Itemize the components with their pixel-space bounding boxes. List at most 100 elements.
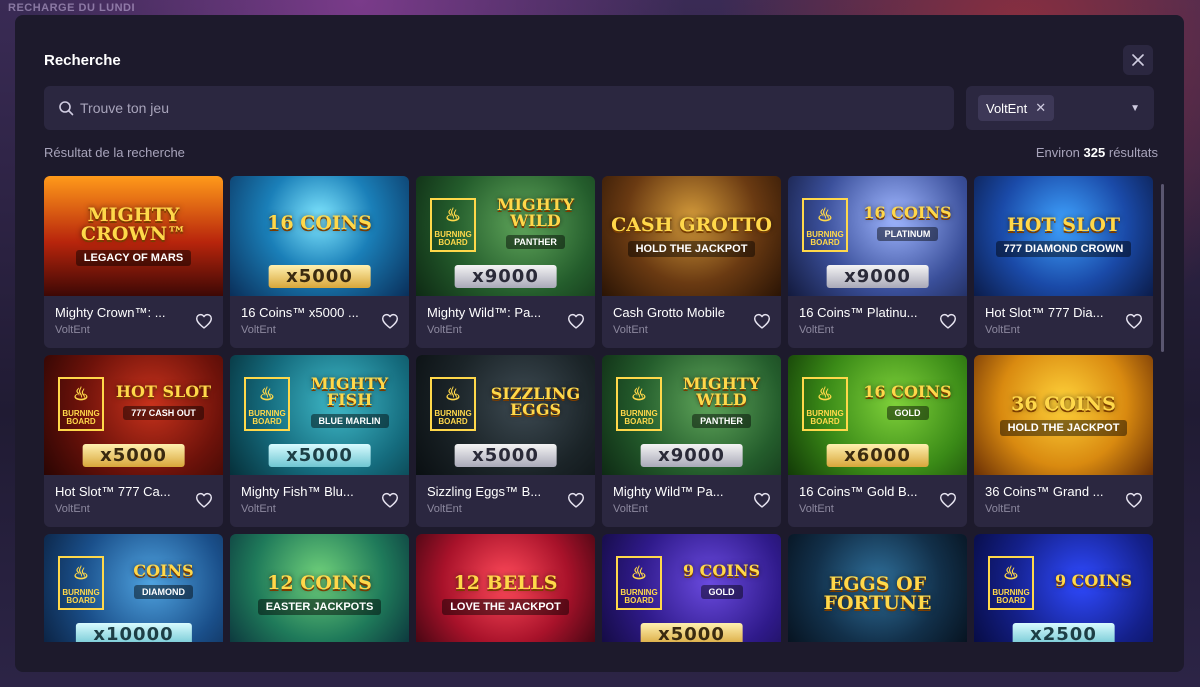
game-card[interactable]: EGGS OF FORTUNE bbox=[788, 534, 967, 642]
game-card[interactable]: ♨ BURNING BOARD MIGHTY FISH BLUE MARLIN x500… bbox=[230, 355, 409, 527]
game-thumbnail[interactable]: ♨ BURNING BOARD HOT SLOT 777 CASH OUT x5000 bbox=[44, 355, 223, 475]
game-title[interactable]: Hot Slot™ 777 Ca... bbox=[55, 484, 185, 499]
game-card[interactable]: ♨ BURNING BOARD SIZZLING EGGS x5000 Sizzling… bbox=[416, 355, 595, 527]
burning-board-logo: ♨ BURNING BOARD bbox=[616, 377, 662, 431]
game-title[interactable]: Mighty Wild™: Pa... bbox=[427, 305, 557, 320]
game-thumbnail[interactable]: ♨ BURNING BOARD MIGHTY WILD PANTHER x9000 bbox=[602, 355, 781, 475]
game-art-title: EGGS OF FORTUNE bbox=[823, 573, 932, 614]
favorite-button[interactable] bbox=[193, 489, 215, 511]
favorite-button[interactable] bbox=[751, 310, 773, 332]
game-thumbnail[interactable]: ♨ BURNING BOARD COINS DIAMOND x10000 bbox=[44, 534, 223, 642]
favorite-button[interactable] bbox=[379, 310, 401, 332]
game-title[interactable]: Hot Slot™ 777 Dia... bbox=[985, 305, 1115, 320]
game-thumbnail[interactable]: 12 COINS EASTER JACKPOTS bbox=[230, 534, 409, 642]
favorite-button[interactable] bbox=[751, 489, 773, 511]
heart-outline-icon bbox=[940, 313, 956, 329]
game-info: Mighty Wild™: Pa... VoltEnt bbox=[416, 296, 595, 348]
game-title[interactable]: 16 Coins™ Gold B... bbox=[799, 484, 929, 499]
game-card[interactable]: 12 BELLS LOVE THE JACKPOT bbox=[416, 534, 595, 642]
game-art-subtitle: 777 DIAMOND CROWN bbox=[995, 240, 1132, 257]
game-thumbnail[interactable]: CASH GROTTO HOLD THE JACKPOT bbox=[602, 176, 781, 296]
game-title[interactable]: Mighty Crown™: ... bbox=[55, 305, 185, 320]
burning-board-logo: ♨ BURNING BOARD bbox=[430, 377, 476, 431]
game-info: Hot Slot™ 777 Dia... VoltEnt bbox=[974, 296, 1153, 348]
game-card[interactable]: MIGHTY CROWN™ LEGACY OF MARS Mighty Crown™… bbox=[44, 176, 223, 348]
game-title[interactable]: 16 Coins™ Platinu... bbox=[799, 305, 929, 320]
favorite-button[interactable] bbox=[565, 310, 587, 332]
game-card[interactable]: ♨ BURNING BOARD 16 COINS GOLD x6000 16 Coins™… bbox=[788, 355, 967, 527]
game-art-title: MIGHTY FISH bbox=[310, 374, 389, 409]
heart-outline-icon bbox=[568, 313, 584, 329]
game-thumbnail[interactable]: ♨ BURNING BOARD 9 COINS GOLD x5000 bbox=[602, 534, 781, 642]
game-card[interactable]: 16 COINS x5000 16 Coins™ x5000 ... VoltEnt bbox=[230, 176, 409, 348]
favorite-button[interactable] bbox=[937, 489, 959, 511]
game-provider: VoltEnt bbox=[55, 324, 90, 336]
favorite-button[interactable] bbox=[937, 310, 959, 332]
caret-down-icon[interactable]: ▼ bbox=[1130, 103, 1140, 114]
game-art-subtitle: PLATINUM bbox=[876, 227, 939, 241]
flame-icon: ♨ bbox=[258, 384, 276, 404]
game-title[interactable]: Sizzling Eggs™ B... bbox=[427, 484, 557, 499]
heart-outline-icon bbox=[381, 313, 398, 329]
scrollbar[interactable] bbox=[1161, 184, 1164, 352]
game-thumbnail[interactable]: EGGS OF FORTUNE bbox=[788, 534, 967, 642]
game-art-title: 12 BELLS bbox=[453, 571, 558, 594]
game-info: 16 Coins™ Gold B... VoltEnt bbox=[788, 475, 967, 527]
heart-outline-icon bbox=[1126, 313, 1142, 329]
game-thumbnail[interactable]: ♨ BURNING BOARD 16 COINS PLATINUM x9000 bbox=[788, 176, 967, 296]
game-thumbnail[interactable]: HOT SLOT 777 DIAMOND CROWN bbox=[974, 176, 1153, 296]
game-card[interactable]: ♨ BURNING BOARD COINS DIAMOND x10000 bbox=[44, 534, 223, 642]
game-title[interactable]: 36 Coins™ Grand ... bbox=[985, 484, 1115, 499]
game-card[interactable]: ♨ BURNING BOARD MIGHTY WILD PANTHER x9000 Mig… bbox=[416, 176, 595, 348]
game-thumbnail[interactable]: ♨ BURNING BOARD MIGHTY FISH BLUE MARLIN x500… bbox=[230, 355, 409, 475]
game-thumbnail[interactable]: ♨ BURNING BOARD MIGHTY WILD PANTHER x9000 bbox=[416, 176, 595, 296]
game-card[interactable]: ♨ BURNING BOARD 9 COINS x2500 bbox=[974, 534, 1153, 642]
game-provider: VoltEnt bbox=[241, 324, 276, 336]
game-art-subtitle: HOLD THE JACKPOT bbox=[627, 240, 756, 257]
game-card[interactable]: 36 COINS HOLD THE JACKPOT 36 Coins™ Grand … bbox=[974, 355, 1153, 527]
game-art-subtitle: LOVE THE JACKPOT bbox=[442, 598, 569, 615]
flame-icon: ♨ bbox=[72, 384, 90, 404]
game-thumbnail[interactable]: ♨ BURNING BOARD SIZZLING EGGS x5000 bbox=[416, 355, 595, 475]
game-info: Hot Slot™ 777 Ca... VoltEnt bbox=[44, 475, 223, 527]
flame-icon: ♨ bbox=[72, 563, 90, 583]
game-card[interactable]: ♨ BURNING BOARD MIGHTY WILD PANTHER x9000 Mig… bbox=[602, 355, 781, 527]
game-info: Cash Grotto Mobile VoltEnt bbox=[602, 296, 781, 348]
burning-board-logo: ♨ BURNING BOARD bbox=[802, 377, 848, 431]
game-card[interactable]: ♨ BURNING BOARD 16 COINS PLATINUM x9000 16 Co… bbox=[788, 176, 967, 348]
modal-title: Recherche bbox=[44, 52, 121, 69]
game-title[interactable]: Mighty Fish™ Blu... bbox=[241, 484, 371, 499]
game-provider: VoltEnt bbox=[613, 503, 648, 515]
game-title[interactable]: 16 Coins™ x5000 ... bbox=[241, 305, 371, 320]
game-title[interactable]: Mighty Wild™ Pa... bbox=[613, 484, 743, 499]
game-art-title: 12 COINS bbox=[267, 571, 372, 594]
search-modal: Recherche VoltEnt ✕ ▼ Résultat de la rec… bbox=[15, 15, 1184, 672]
heart-outline-icon bbox=[568, 492, 584, 508]
favorite-button[interactable] bbox=[1123, 310, 1145, 332]
game-thumbnail[interactable]: ♨ BURNING BOARD 9 COINS x2500 bbox=[974, 534, 1153, 642]
favorite-button[interactable] bbox=[565, 489, 587, 511]
game-thumbnail[interactable]: ♨ BURNING BOARD 16 COINS GOLD x6000 bbox=[788, 355, 967, 475]
favorite-button[interactable] bbox=[379, 489, 401, 511]
flame-icon: ♨ bbox=[630, 384, 648, 404]
game-thumbnail[interactable]: 36 COINS HOLD THE JACKPOT bbox=[974, 355, 1153, 475]
game-card[interactable]: ♨ BURNING BOARD 9 COINS GOLD x5000 bbox=[602, 534, 781, 642]
favorite-button[interactable] bbox=[193, 310, 215, 332]
game-card[interactable]: 12 COINS EASTER JACKPOTS bbox=[230, 534, 409, 642]
game-card[interactable]: CASH GROTTO HOLD THE JACKPOT Cash Grotto M… bbox=[602, 176, 781, 348]
favorite-button[interactable] bbox=[1123, 489, 1145, 511]
flame-icon: ♨ bbox=[816, 384, 834, 404]
game-card[interactable]: ♨ BURNING BOARD HOT SLOT 777 CASH OUT x5000 H… bbox=[44, 355, 223, 527]
search-input[interactable] bbox=[80, 100, 920, 116]
game-card[interactable]: HOT SLOT 777 DIAMOND CROWN Hot Slot™ 777 D… bbox=[974, 176, 1153, 348]
game-art-title: CASH GROTTO bbox=[611, 213, 772, 236]
game-provider: VoltEnt bbox=[613, 324, 648, 336]
game-thumbnail[interactable]: 16 COINS x5000 bbox=[230, 176, 409, 296]
game-title[interactable]: Cash Grotto Mobile bbox=[613, 305, 743, 320]
game-thumbnail[interactable]: MIGHTY CROWN™ LEGACY OF MARS bbox=[44, 176, 223, 296]
game-thumbnail[interactable]: 12 BELLS LOVE THE JACKPOT bbox=[416, 534, 595, 642]
x-icon[interactable]: ✕ bbox=[1035, 100, 1046, 116]
provider-filter-select[interactable]: VoltEnt ✕ ▼ bbox=[966, 86, 1154, 130]
close-button[interactable] bbox=[1123, 45, 1153, 75]
flame-icon: ♨ bbox=[1002, 563, 1020, 583]
